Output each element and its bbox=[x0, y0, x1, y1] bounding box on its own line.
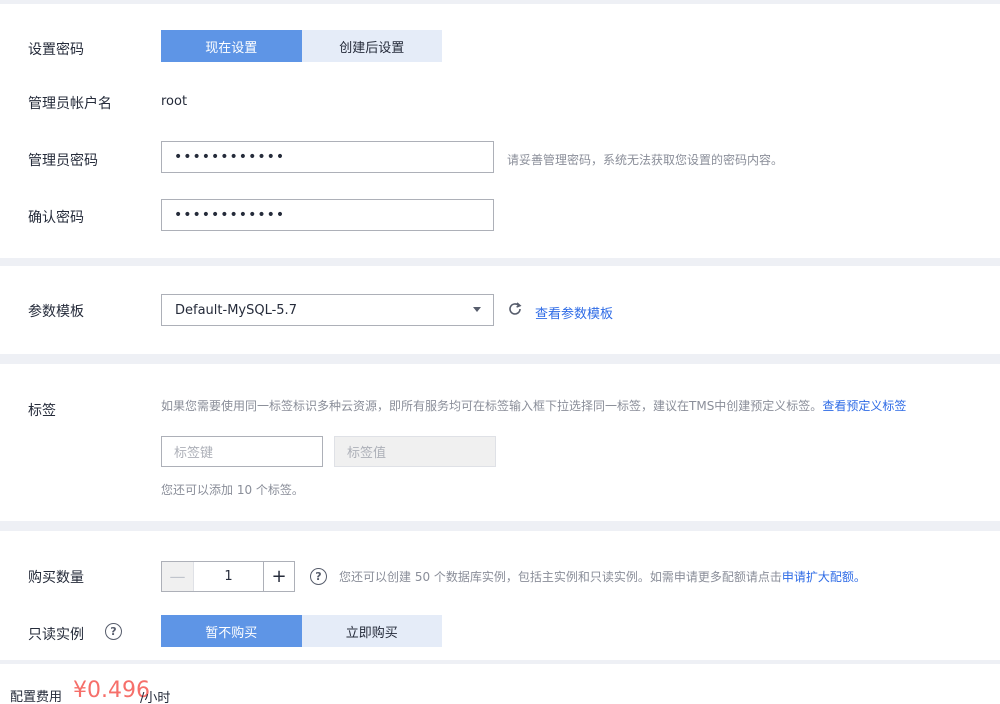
quantity-stepper[interactable]: — 1 + bbox=[161, 561, 295, 592]
tag-value-input: 标签值 bbox=[334, 436, 496, 467]
password-mode-toggle: 现在设置 创建后设置 bbox=[161, 30, 442, 62]
admin-password-hint: 请妥善管理密码，系统无法获取您设置的密码内容。 bbox=[507, 153, 784, 167]
decrease-button: — bbox=[162, 562, 194, 591]
confirm-password-field[interactable]: •••••••••••• bbox=[161, 199, 494, 231]
set-password-label: 设置密码 bbox=[28, 42, 84, 58]
readonly-instance-label: 只读实例 bbox=[28, 627, 84, 643]
chevron-down-icon bbox=[473, 307, 481, 312]
request-quota-link[interactable]: 申请扩大配额。 bbox=[782, 570, 866, 584]
fee-unit: /小时 bbox=[140, 691, 171, 704]
purchase-section: 购买数量 — 1 + ? 您还可以创建 50 个数据库实例，包括主实例和只读实例… bbox=[0, 531, 1000, 660]
admin-account-label: 管理员帐户名 bbox=[28, 96, 112, 112]
quota-hint: 您还可以创建 50 个数据库实例，包括主实例和只读实例。如需申请更多配额请点击申… bbox=[339, 568, 866, 585]
admin-password-field[interactable]: •••••••••••• bbox=[161, 141, 494, 173]
admin-password-label: 管理员密码 bbox=[28, 153, 98, 169]
view-predefined-tags-link[interactable]: 查看预定义标签 bbox=[822, 399, 906, 413]
parameter-template-value: Default-MySQL-5.7 bbox=[175, 302, 297, 318]
question-icon[interactable]: ? bbox=[310, 568, 327, 585]
tags-description: 如果您需要使用同一标签标识多种云资源，即所有服务均可在标签输入框下拉选择同一标签… bbox=[161, 397, 906, 414]
view-parameter-template-link[interactable]: 查看参数模板 bbox=[535, 303, 613, 322]
fee-label: 配置费用 bbox=[10, 690, 63, 704]
parameter-template-section: 参数模板 Default-MySQL-5.7 查看参数模板 bbox=[0, 266, 1000, 354]
set-later-button[interactable]: 创建后设置 bbox=[301, 30, 442, 62]
quota-hint-text: 您还可以创建 50 个数据库实例，包括主实例和只读实例。如需申请更多配额请点击 bbox=[339, 570, 782, 584]
tags-description-text: 如果您需要使用同一标签标识多种云资源，即所有服务均可在标签输入框下拉选择同一标签… bbox=[161, 399, 823, 413]
parameter-template-select[interactable]: Default-MySQL-5.7 bbox=[161, 294, 494, 326]
readonly-toggle: 暂不购买 立即购买 bbox=[161, 615, 442, 647]
password-section: 设置密码 现在设置 创建后设置 管理员帐户名 root 管理员密码 ••••••… bbox=[0, 4, 1000, 258]
fee-price: ¥0.496 bbox=[73, 678, 150, 703]
tags-section: 标签 如果您需要使用同一标签标识多种云资源，即所有服务均可在标签输入框下拉选择同… bbox=[0, 364, 1000, 521]
quantity-value[interactable]: 1 bbox=[194, 562, 263, 591]
tag-key-input[interactable]: 标签键 bbox=[161, 436, 323, 467]
confirm-password-label: 确认密码 bbox=[28, 210, 84, 226]
purchase-quantity-label: 购买数量 bbox=[28, 570, 84, 586]
tags-remaining-text: 您还可以添加 10 个标签。 bbox=[161, 483, 304, 497]
increase-button[interactable]: + bbox=[263, 562, 294, 591]
tags-label: 标签 bbox=[28, 403, 56, 419]
refresh-icon[interactable] bbox=[507, 301, 523, 317]
admin-account-value: root bbox=[161, 94, 188, 109]
readonly-no-button[interactable]: 暂不购买 bbox=[161, 615, 302, 647]
fee-footer: 配置费用 ¥0.496 /小时 bbox=[0, 664, 1000, 704]
set-now-button[interactable]: 现在设置 bbox=[161, 30, 302, 62]
parameter-template-label: 参数模板 bbox=[28, 304, 84, 320]
readonly-buy-button[interactable]: 立即购买 bbox=[301, 615, 442, 647]
question-icon[interactable]: ? bbox=[105, 623, 122, 640]
